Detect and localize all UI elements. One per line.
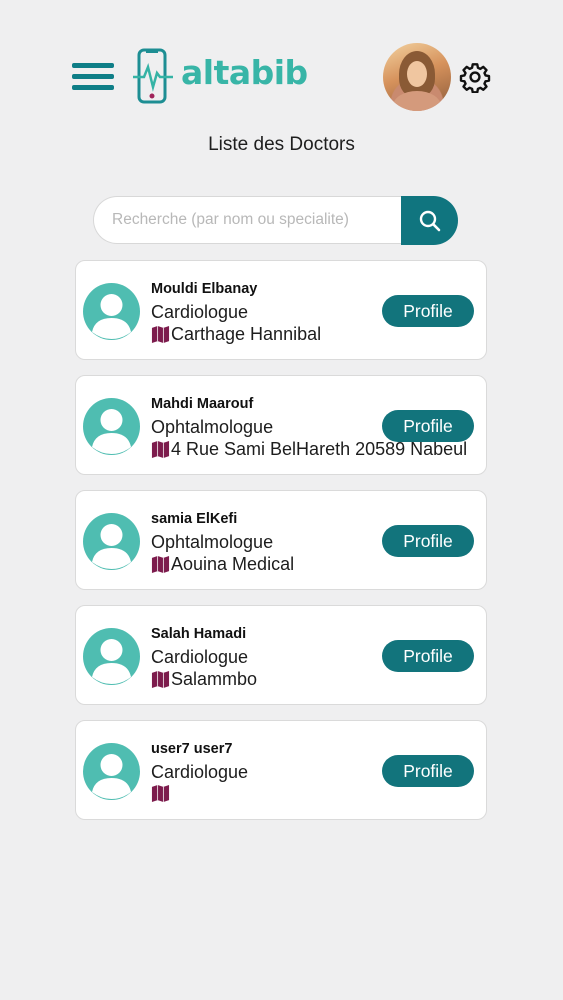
profile-button[interactable]: Profile bbox=[382, 525, 474, 557]
doctor-specialty: Cardiologue bbox=[151, 302, 249, 322]
altabib-logo: altabib bbox=[133, 47, 308, 107]
map-icon bbox=[151, 325, 170, 344]
doctor-card: samia ElKefi Ophtalmologue Aouina Medica… bbox=[75, 490, 487, 590]
doctor-address bbox=[151, 784, 171, 803]
page-title: Liste des Doctors bbox=[208, 134, 355, 155]
doctor-name: Mahdi Maarouf bbox=[151, 396, 254, 412]
map-icon bbox=[151, 784, 170, 803]
map-icon bbox=[151, 670, 170, 689]
doctor-address-text: 4 Rue Sami BelHareth 20589 Nabeul bbox=[171, 439, 468, 459]
doctor-specialty: Cardiologue bbox=[151, 762, 249, 782]
doctor-specialty: Ophtalmologue bbox=[151, 417, 274, 437]
logo-text: altabib bbox=[181, 53, 308, 92]
doctor-address: Aouina Medical bbox=[151, 554, 294, 575]
profile-button[interactable]: Profile bbox=[382, 755, 474, 787]
profile-button[interactable]: Profile bbox=[382, 640, 474, 672]
doctor-name: Mouldi Elbanay bbox=[151, 281, 258, 297]
doctor-name: user7 user7 bbox=[151, 741, 233, 757]
doctor-avatar-icon bbox=[83, 743, 140, 800]
doctor-list: Mouldi Elbanay Cardiologue Carthage Hann… bbox=[75, 260, 487, 835]
gear-icon[interactable] bbox=[459, 61, 491, 94]
doctor-avatar-icon bbox=[83, 628, 140, 685]
profile-button[interactable]: Profile bbox=[382, 410, 474, 442]
search-input[interactable] bbox=[93, 196, 415, 244]
map-icon bbox=[151, 440, 170, 459]
doctor-address: Salammbo bbox=[151, 669, 257, 690]
doctor-address: Carthage Hannibal bbox=[151, 324, 321, 345]
hamburger-menu-icon[interactable] bbox=[72, 63, 114, 93]
doctor-card: Salah Hamadi Cardiologue Salammbo Profil… bbox=[75, 605, 487, 705]
doctor-avatar-icon bbox=[83, 398, 140, 455]
search-icon bbox=[419, 210, 440, 231]
doctor-avatar-icon bbox=[83, 283, 140, 340]
doctor-card: Mouldi Elbanay Cardiologue Carthage Hann… bbox=[75, 260, 487, 360]
doctor-avatar-icon bbox=[83, 513, 140, 570]
doctor-address-text: Carthage Hannibal bbox=[171, 324, 322, 344]
doctor-card: user7 user7 Cardiologue Profile bbox=[75, 720, 487, 820]
map-icon bbox=[151, 555, 170, 574]
doctor-specialty: Cardiologue bbox=[151, 647, 249, 667]
search-bar bbox=[93, 196, 458, 246]
doctor-address: 4 Rue Sami BelHareth 20589 Nabeul bbox=[151, 439, 467, 460]
user-avatar[interactable] bbox=[383, 43, 451, 111]
doctor-address-text: Aouina Medical bbox=[171, 554, 295, 574]
doctor-card: Mahdi Maarouf Ophtalmologue 4 Rue Sami B… bbox=[75, 375, 487, 475]
doctor-specialty: Ophtalmologue bbox=[151, 532, 274, 552]
app-header: altabib bbox=[0, 0, 563, 130]
doctor-name: Salah Hamadi bbox=[151, 626, 247, 642]
doctor-name: samia ElKefi bbox=[151, 511, 238, 527]
doctor-address-text: Salammbo bbox=[171, 669, 258, 689]
search-button[interactable] bbox=[401, 196, 458, 245]
profile-button[interactable]: Profile bbox=[382, 295, 474, 327]
